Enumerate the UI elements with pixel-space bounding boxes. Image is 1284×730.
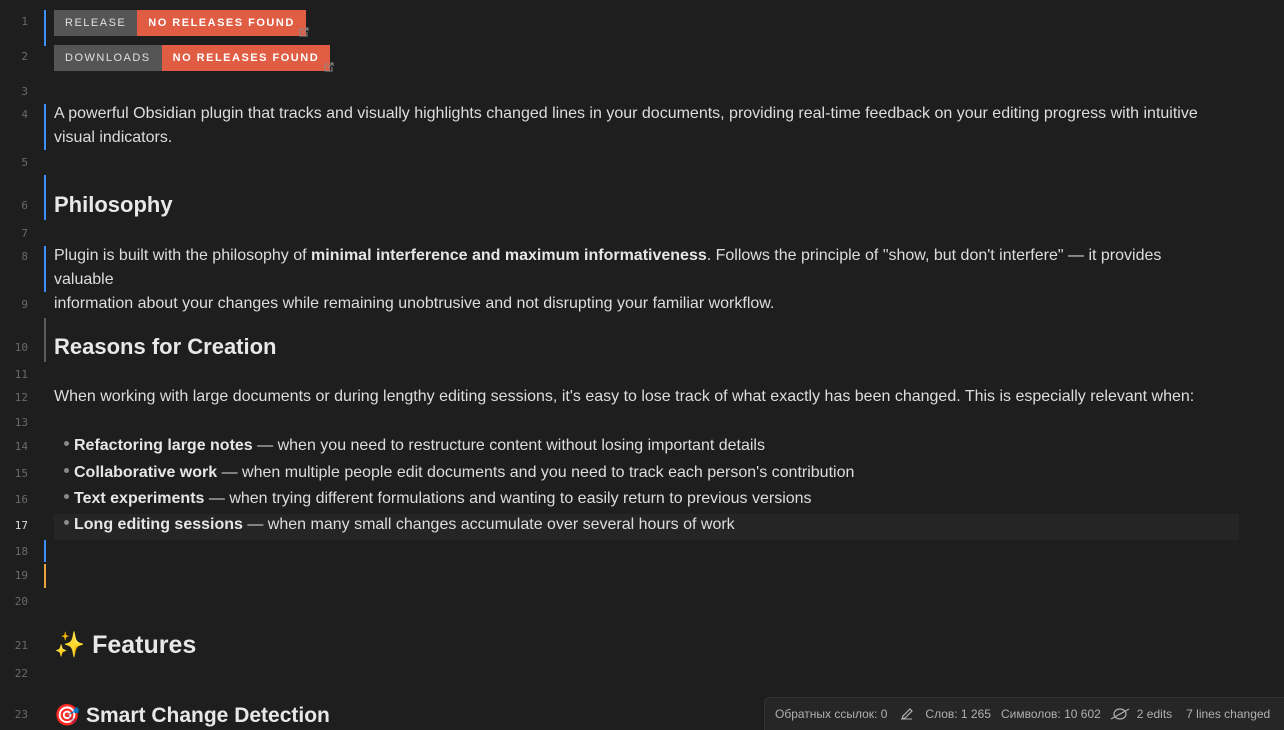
- list-item-text: — when multiple people edit documents an…: [217, 464, 855, 481]
- line-number: 13: [14, 416, 28, 429]
- no-edit-icon[interactable]: [1109, 706, 1131, 722]
- list-item-bold: Collaborative work: [74, 464, 218, 481]
- bullet-icon: [64, 441, 69, 447]
- change-indicator: [44, 246, 46, 292]
- word-count: Слов: 1 265: [925, 707, 991, 721]
- list-item-active[interactable]: Long editing sessions — when many small …: [64, 513, 735, 537]
- line-number: 16: [14, 493, 28, 506]
- release-badge[interactable]: RELEASE NO RELEASES FOUND: [54, 10, 306, 36]
- change-indicator: [44, 104, 46, 150]
- list-item-bold: Text experiments: [74, 490, 205, 507]
- intro-line: A powerful Obsidian plugin that tracks a…: [54, 105, 1198, 122]
- sparkles-icon: ✨: [54, 630, 86, 659]
- intro-paragraph[interactable]: A powerful Obsidian plugin that tracks a…: [54, 102, 1214, 150]
- change-indicator: [44, 175, 46, 220]
- change-indicator-neutral: [44, 318, 46, 362]
- list-item[interactable]: Refactoring large notes — when you need …: [64, 434, 765, 458]
- line-number: 23: [14, 708, 28, 721]
- release-badge-value: NO RELEASES FOUND: [137, 10, 306, 36]
- list-item[interactable]: Text experiments — when trying different…: [64, 487, 812, 511]
- edits-count[interactable]: 2 edits: [1137, 707, 1172, 721]
- line-number: 3: [21, 85, 28, 98]
- external-link-icon[interactable]: [298, 26, 310, 38]
- philosophy-heading[interactable]: Philosophy: [54, 191, 1214, 219]
- line-number: 11: [14, 368, 28, 381]
- release-badge-label: RELEASE: [54, 10, 138, 36]
- lines-changed-count[interactable]: 7 lines changed: [1186, 707, 1270, 721]
- features-heading-text: Features: [92, 631, 197, 659]
- external-link-icon[interactable]: [323, 61, 335, 73]
- downloads-badge-value: NO RELEASES FOUND: [161, 45, 331, 71]
- bullet-icon: [64, 468, 69, 474]
- line-number: 22: [14, 667, 28, 680]
- char-count: Символов: 10 602: [1000, 707, 1101, 721]
- philosophy-line-2: information about your changes while rem…: [54, 295, 775, 312]
- editor[interactable]: 1 2 3 4 5 6 7 8 9 10 11 12 13 14 15 16 1…: [0, 0, 1284, 729]
- line-number: 8: [21, 250, 28, 263]
- downloads-badge-label: DOWNLOADS: [54, 45, 162, 71]
- line-number: 20: [14, 595, 28, 608]
- line-number: 2: [21, 50, 28, 63]
- change-indicator: [44, 10, 46, 46]
- line-number: 18: [14, 545, 28, 558]
- line-number: 21: [14, 639, 28, 652]
- philosophy-bold: minimal interference and maximum informa…: [311, 247, 707, 264]
- list-item-bold: Refactoring large notes: [74, 437, 253, 454]
- line-number: 14: [14, 440, 28, 453]
- philosophy-paragraph[interactable]: Plugin is built with the philosophy of m…: [54, 244, 1214, 316]
- line-number: 5: [21, 156, 28, 169]
- status-bar: Обратных ссылок: 0 Слов: 1 265 Символов:…: [764, 697, 1284, 730]
- line-number: 19: [14, 569, 28, 582]
- line-number: 1: [21, 15, 28, 28]
- change-indicator: [44, 540, 46, 562]
- reasons-paragraph[interactable]: When working with large documents or dur…: [54, 385, 1214, 409]
- line-number: 7: [21, 227, 28, 240]
- list-item-text: — when trying different formulations and…: [204, 490, 812, 507]
- philosophy-line: Plugin is built with the philosophy of m…: [54, 244, 1214, 292]
- list-item[interactable]: Collaborative work — when multiple peopl…: [64, 461, 854, 485]
- intro-line: visual indicators.: [54, 129, 173, 146]
- list-item-text: — when many small changes accumulate ove…: [242, 516, 735, 533]
- downloads-badge[interactable]: DOWNLOADS NO RELEASES FOUND: [54, 45, 331, 71]
- list-item-text: — when you need to restructure content w…: [252, 437, 765, 454]
- bullet-icon: [64, 520, 69, 526]
- philosophy-text: Plugin is built with the philosophy of: [54, 247, 312, 264]
- line-number: 4: [21, 108, 28, 121]
- line-number: 10: [14, 341, 28, 354]
- change-indicator-modified: [44, 564, 46, 588]
- reasons-heading[interactable]: Reasons for Creation: [54, 333, 1214, 361]
- smart-change-heading-text: Smart Change Detection: [86, 704, 330, 727]
- backlinks-count[interactable]: Обратных ссылок: 0: [775, 707, 887, 721]
- features-heading[interactable]: ✨ Features: [54, 629, 1214, 661]
- list-item-bold: Long editing sessions: [74, 516, 243, 533]
- line-number-active: 17: [14, 519, 28, 532]
- bullet-icon: [64, 494, 69, 500]
- line-number: 12: [14, 391, 28, 404]
- line-number: 9: [21, 298, 28, 311]
- line-number: 15: [14, 467, 28, 480]
- target-icon: 🎯: [54, 703, 81, 727]
- pencil-icon[interactable]: [899, 706, 915, 722]
- line-number: 6: [21, 199, 28, 212]
